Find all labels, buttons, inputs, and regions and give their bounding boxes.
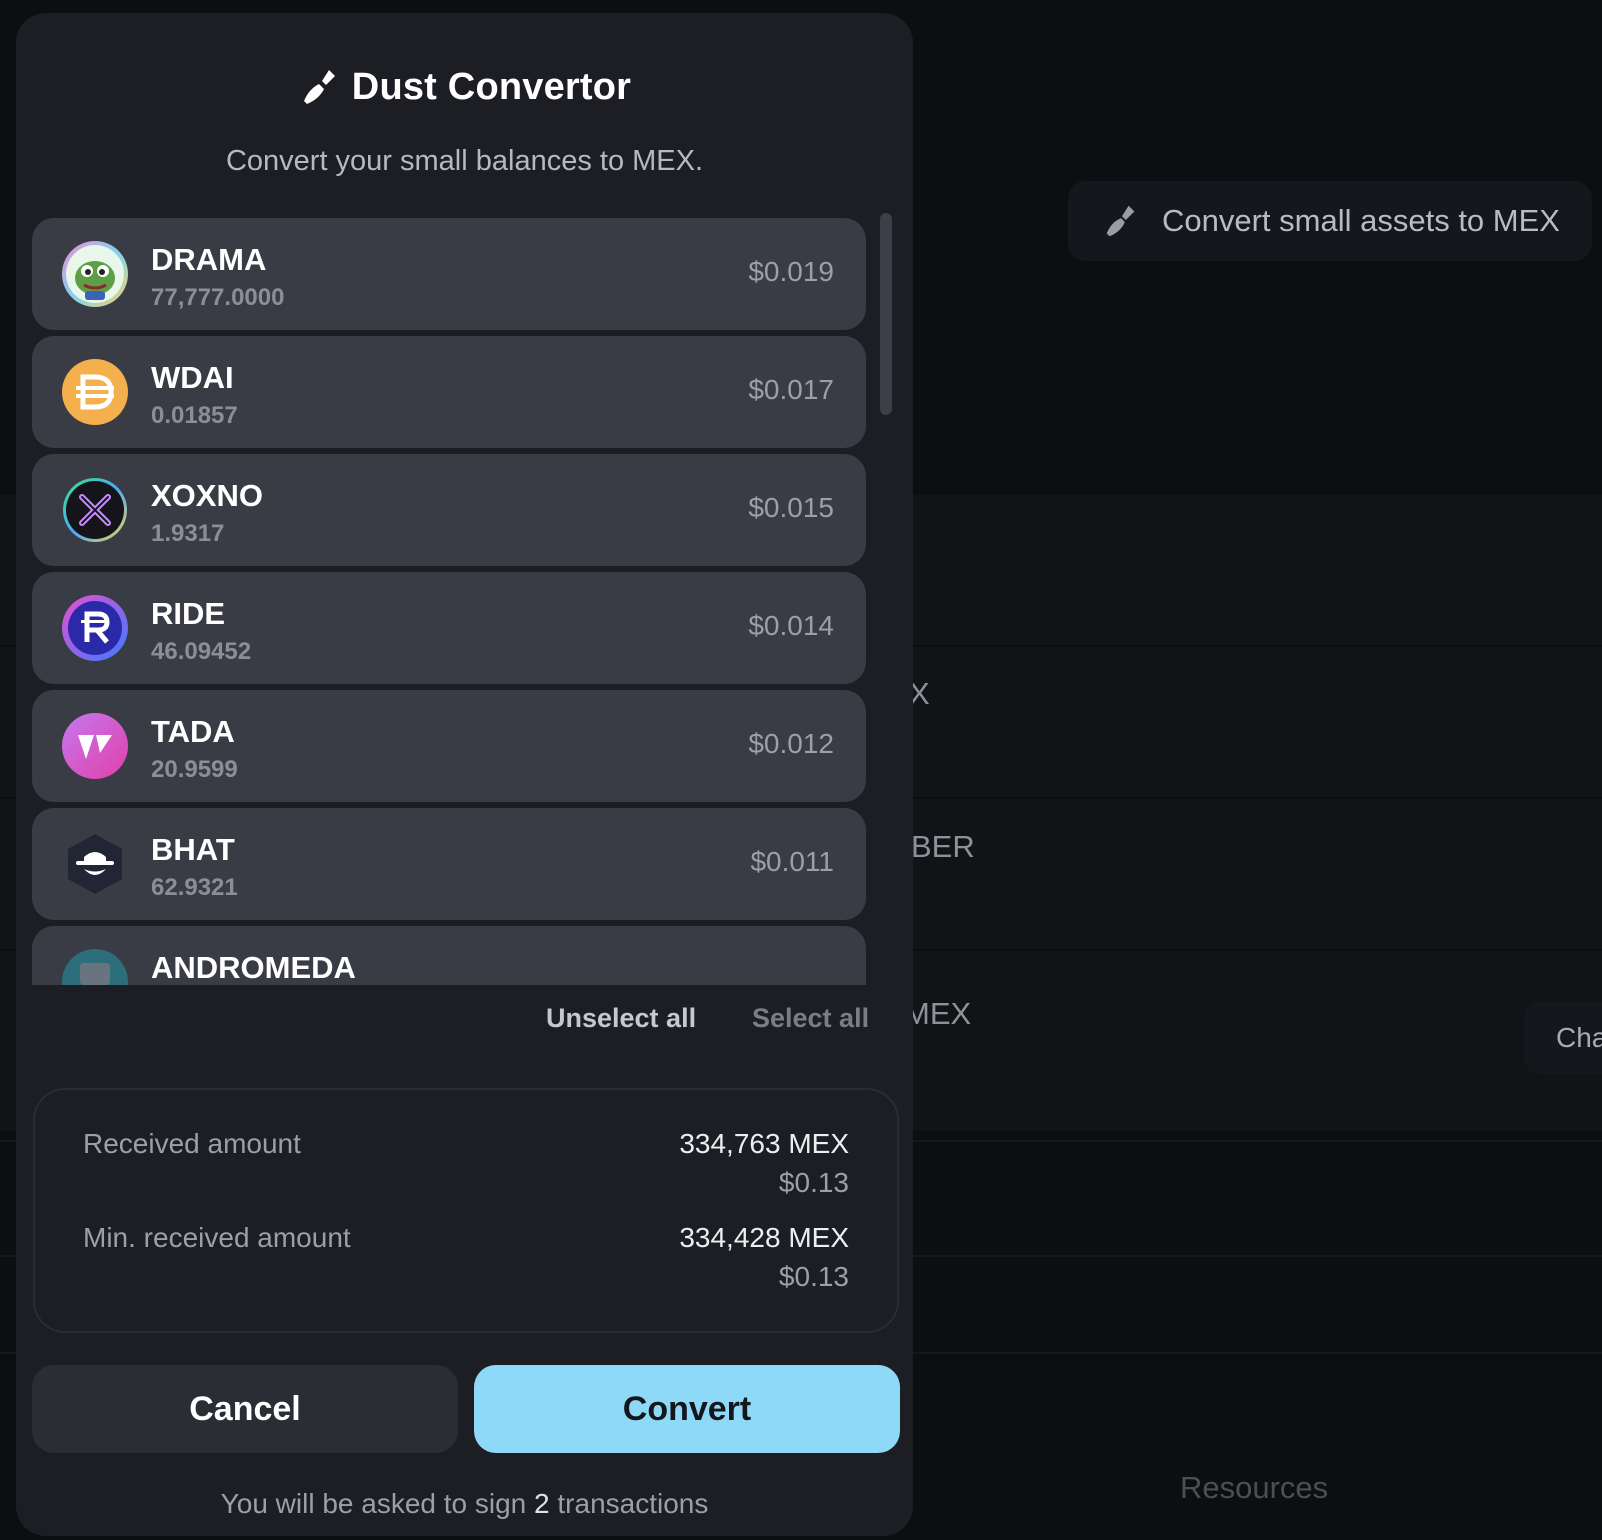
- token-balance: 46.09452: [151, 638, 252, 665]
- bg-fragment: MEX: [904, 996, 972, 1031]
- modal-header: Dust Convertor: [16, 65, 913, 109]
- min-received-amount-mex: 334,428 MEX: [679, 1222, 849, 1253]
- token-symbol: WDAI: [151, 360, 234, 395]
- pepe-frog-icon: [62, 241, 128, 307]
- dai-icon: [62, 359, 128, 425]
- transaction-count: 2: [534, 1488, 550, 1519]
- convert-button[interactable]: Convert: [474, 1365, 900, 1453]
- ride-r-icon: [62, 595, 128, 661]
- note-suffix: transactions: [549, 1488, 709, 1519]
- min-received-amount-usd: $0.13: [778, 1261, 849, 1292]
- dust-convertor-modal: Dust Convertor Convert your small balanc…: [16, 13, 913, 1536]
- token-symbol: RIDE: [151, 596, 226, 631]
- modal-title: Dust Convertor: [351, 65, 632, 108]
- token-row-wdai[interactable]: WDAI 0.01857 $0.017: [32, 336, 866, 448]
- bg-fragment: BER: [911, 829, 975, 864]
- token-balance: 62.9321: [151, 874, 238, 901]
- token-symbol: XOXNO: [151, 478, 263, 513]
- token-symbol: TADA: [151, 714, 235, 749]
- token-usd-value: $0.011: [750, 846, 834, 877]
- token-row-drama[interactable]: DRAMA 77,777.0000 $0.019: [32, 218, 866, 330]
- convert-small-assets-button[interactable]: Convert small assets to MEX: [1068, 181, 1592, 261]
- xoxno-x-icon: [62, 477, 128, 543]
- select-all-button[interactable]: Select all: [752, 1003, 869, 1034]
- modal-subtitle: Convert your small balances to MEX.: [225, 145, 704, 177]
- token-list[interactable]: DRAMA 77,777.0000 $0.019 WDAI 0.01857 $0…: [32, 205, 868, 985]
- token-row-xoxno[interactable]: XOXNO 1.9317 $0.015: [32, 454, 866, 566]
- token-usd-value: $0.017: [748, 374, 834, 405]
- broom-icon: [1106, 205, 1135, 237]
- token-balance: 20.9599: [151, 756, 238, 783]
- broom-icon: [303, 70, 335, 104]
- token-usd-value: $0.012: [748, 728, 834, 759]
- token-balance: 1.9317: [151, 520, 225, 547]
- resources-link[interactable]: Resources: [1180, 1470, 1328, 1506]
- token-usd-value: $0.015: [748, 492, 834, 523]
- cancel-button[interactable]: Cancel: [32, 1365, 458, 1453]
- token-symbol: ANDROMEDA: [151, 950, 356, 985]
- token-row-ride[interactable]: RIDE 46.09452 $0.014: [32, 572, 866, 684]
- conversion-summary: Received amount 334,763 MEX $0.13 Min. r…: [33, 1088, 899, 1333]
- black-hat-icon: [62, 831, 128, 897]
- token-balance: 77,777.0000: [151, 284, 285, 311]
- sign-transactions-note: You will be asked to sign 2 transactions: [16, 1488, 913, 1520]
- andromeda-icon: [62, 949, 128, 985]
- selection-controls: Unselect all Select all: [16, 1003, 913, 1053]
- min-received-amount-label: Min. received amount: [83, 1222, 351, 1253]
- token-row-andromeda[interactable]: ANDROMEDA: [32, 926, 866, 985]
- token-row-tada[interactable]: TADA 20.9599 $0.012: [32, 690, 866, 802]
- note-prefix: You will be asked to sign: [220, 1488, 535, 1519]
- token-row-bhat[interactable]: BHAT 62.9321 $0.011: [32, 808, 866, 920]
- token-usd-value: $0.014: [748, 610, 834, 641]
- received-amount-mex: 334,763 MEX: [679, 1128, 849, 1159]
- bg-chip-button[interactable]: Cha: [1524, 1002, 1602, 1074]
- token-symbol: DRAMA: [151, 242, 267, 277]
- convert-small-assets-label: Convert small assets to MEX: [1162, 203, 1560, 238]
- token-list-scrollbar[interactable]: [880, 213, 892, 415]
- received-amount-usd: $0.13: [778, 1167, 849, 1198]
- token-usd-value: $0.019: [748, 256, 834, 287]
- token-balance: 0.01857: [151, 402, 238, 429]
- unselect-all-button[interactable]: Unselect all: [546, 1003, 696, 1034]
- tada-icon: [62, 713, 128, 779]
- token-symbol: BHAT: [151, 832, 235, 867]
- received-amount-label: Received amount: [83, 1128, 301, 1159]
